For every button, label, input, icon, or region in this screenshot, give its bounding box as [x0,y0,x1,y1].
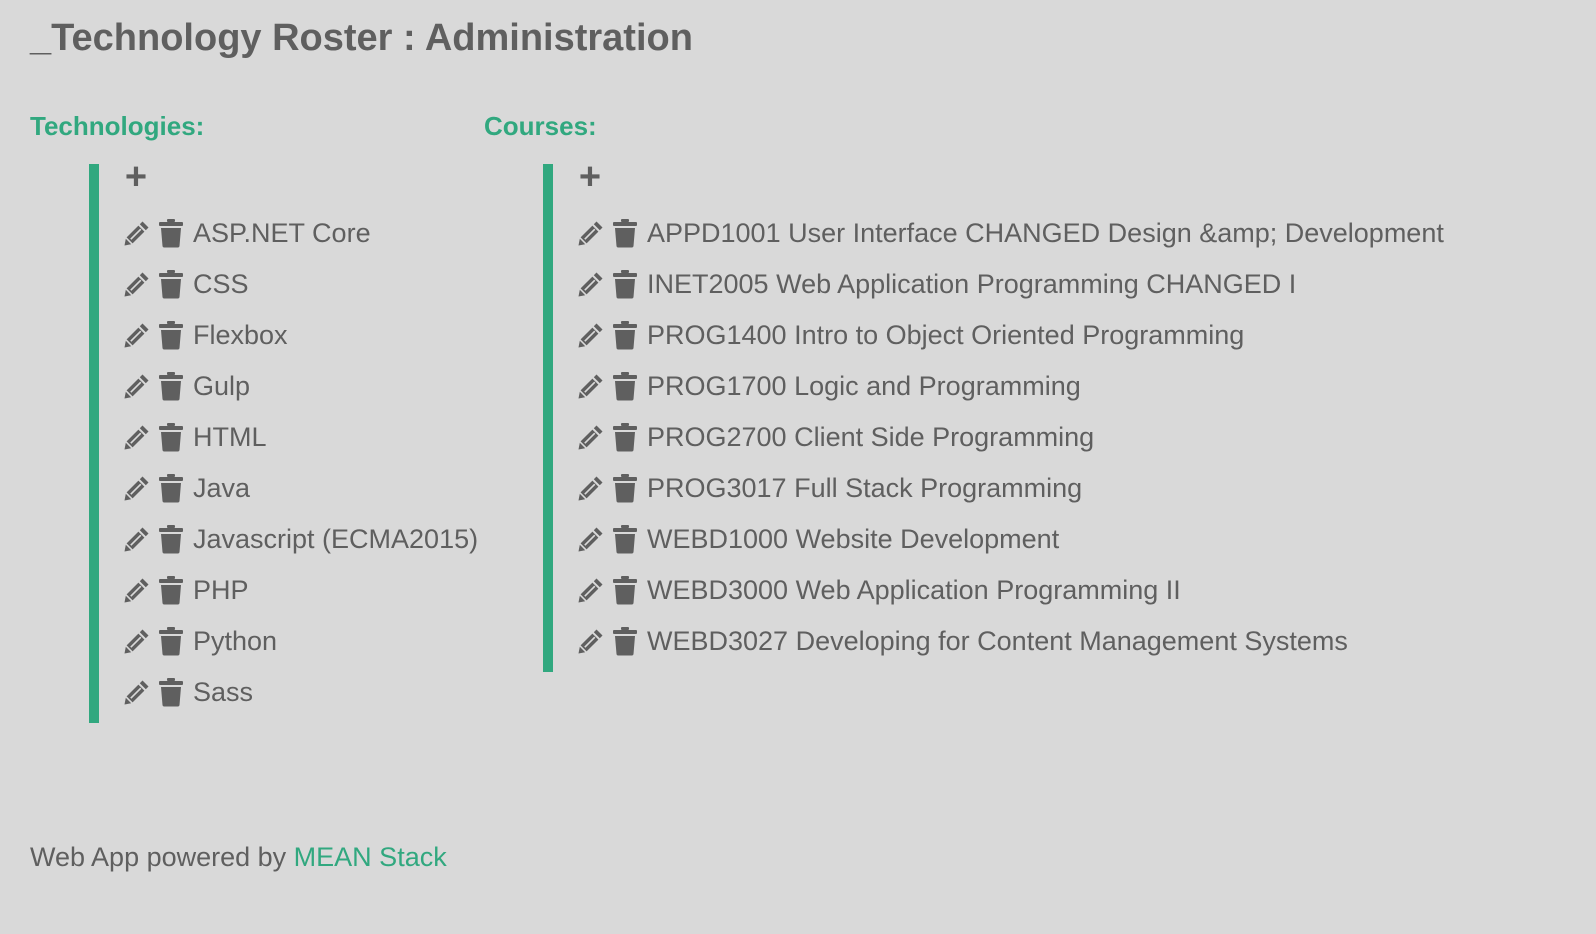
edit-technology-pencil-icon[interactable] [122,624,152,658]
course-list-item: PROG2700 Client Side Programming [576,420,1444,471]
technologies-heading: Technologies: [30,111,205,141]
edit-course-pencil-icon[interactable] [576,573,606,607]
technology-name: Sass [193,677,254,707]
course-name: APPD1001 User Interface CHANGED Design &… [647,218,1444,248]
course-list-item: PROG1400 Intro to Object Oriented Progra… [576,318,1444,369]
technology-name: HTML [193,422,267,452]
courses-items: APPD1001 User Interface CHANGED Design &… [576,216,1444,662]
footer-text: Web App powered by [30,842,294,872]
edit-course-pencil-icon[interactable] [576,471,606,505]
course-name: PROG1400 Intro to Object Oriented Progra… [647,320,1245,350]
technology-name: Javascript (ECMA2015) [193,524,479,554]
technology-list-item: HTML [122,420,478,471]
add-technology-plus-icon[interactable]: + [122,158,150,196]
course-name: WEBD1000 Website Development [647,524,1060,554]
edit-course-pencil-icon[interactable] [576,216,606,250]
technology-list-item: Flexbox [122,318,478,369]
delete-course-trash-icon[interactable] [610,318,640,352]
edit-technology-pencil-icon[interactable] [122,216,152,250]
course-list-item: PROG1700 Logic and Programming [576,369,1444,420]
course-name: WEBD3000 Web Application Programming II [647,575,1181,605]
technology-list-item: PHP [122,573,478,624]
delete-course-trash-icon[interactable] [610,267,640,301]
technology-name: Python [193,626,278,656]
course-list-item: WEBD3027 Developing for Content Manageme… [576,624,1444,662]
courses-list: + APPD1001 User Interface CHANGED Design… [543,158,1444,672]
delete-course-trash-icon[interactable] [610,522,640,556]
course-name: PROG2700 Client Side Programming [647,422,1095,452]
course-name: PROG1700 Logic and Programming [647,371,1081,401]
course-list-item: WEBD3000 Web Application Programming II [576,573,1444,624]
technology-name: ASP.NET Core [193,218,371,248]
edit-technology-pencil-icon[interactable] [122,471,152,505]
technology-list-item: Javascript (ECMA2015) [122,522,478,573]
technology-name: PHP [193,575,249,605]
edit-course-pencil-icon[interactable] [576,318,606,352]
delete-course-trash-icon[interactable] [610,624,640,658]
edit-technology-pencil-icon[interactable] [122,318,152,352]
course-name: INET2005 Web Application Programming CHA… [647,269,1297,299]
edit-technology-pencil-icon[interactable] [122,522,152,556]
technology-name: Flexbox [193,320,288,350]
technology-list-item: ASP.NET Core [122,216,478,267]
courses-section: Courses: + APPD1001 User Interface CHANG… [484,110,1444,672]
course-list-item: APPD1001 User Interface CHANGED Design &… [576,216,1444,267]
technology-list-item: Java [122,471,478,522]
technologies-section: Technologies: + ASP.NET Core CSS Flexbox Gu… [30,110,478,723]
delete-technology-trash-icon[interactable] [156,267,186,301]
course-list-item: PROG3017 Full Stack Programming [576,471,1444,522]
technology-list-item: Python [122,624,478,675]
delete-course-trash-icon[interactable] [610,216,640,250]
delete-technology-trash-icon[interactable] [156,369,186,403]
delete-technology-trash-icon[interactable] [156,573,186,607]
technology-name: Java [193,473,251,503]
technologies-add-row: + [122,158,478,202]
edit-course-pencil-icon[interactable] [576,267,606,301]
delete-technology-trash-icon[interactable] [156,624,186,658]
delete-technology-trash-icon[interactable] [156,471,186,505]
delete-course-trash-icon[interactable] [610,573,640,607]
delete-course-trash-icon[interactable] [610,420,640,454]
delete-technology-trash-icon[interactable] [156,420,186,454]
delete-technology-trash-icon[interactable] [156,318,186,352]
page-title: _Technology Roster : Administration [30,17,693,59]
course-name: PROG3017 Full Stack Programming [647,473,1083,503]
course-list-item: WEBD1000 Website Development [576,522,1444,573]
edit-technology-pencil-icon[interactable] [122,420,152,454]
delete-technology-trash-icon[interactable] [156,522,186,556]
technology-list-item: Sass [122,675,478,713]
edit-course-pencil-icon[interactable] [576,369,606,403]
edit-course-pencil-icon[interactable] [576,420,606,454]
edit-technology-pencil-icon[interactable] [122,573,152,607]
course-list-item: INET2005 Web Application Programming CHA… [576,267,1444,318]
technology-name: Gulp [193,371,251,401]
add-course-plus-icon[interactable]: + [576,158,604,196]
course-name: WEBD3027 Developing for Content Manageme… [647,626,1348,656]
delete-technology-trash-icon[interactable] [156,675,186,709]
technology-list-item: CSS [122,267,478,318]
delete-technology-trash-icon[interactable] [156,216,186,250]
technologies-list: + ASP.NET Core CSS Flexbox Gulp HTML Java Java… [89,158,478,723]
technology-list-item: Gulp [122,369,478,420]
edit-technology-pencil-icon[interactable] [122,267,152,301]
courses-heading: Courses: [484,111,597,141]
mean-stack-link[interactable]: MEAN Stack [294,842,447,872]
courses-add-row: + [576,158,1444,202]
technologies-items: ASP.NET Core CSS Flexbox Gulp HTML Java Javasc… [122,216,478,713]
delete-course-trash-icon[interactable] [610,369,640,403]
edit-course-pencil-icon[interactable] [576,624,606,658]
edit-technology-pencil-icon[interactable] [122,675,152,709]
technology-name: CSS [193,269,249,299]
edit-technology-pencil-icon[interactable] [122,369,152,403]
footer: Web App powered by MEAN Stack [30,840,447,874]
edit-course-pencil-icon[interactable] [576,522,606,556]
delete-course-trash-icon[interactable] [610,471,640,505]
